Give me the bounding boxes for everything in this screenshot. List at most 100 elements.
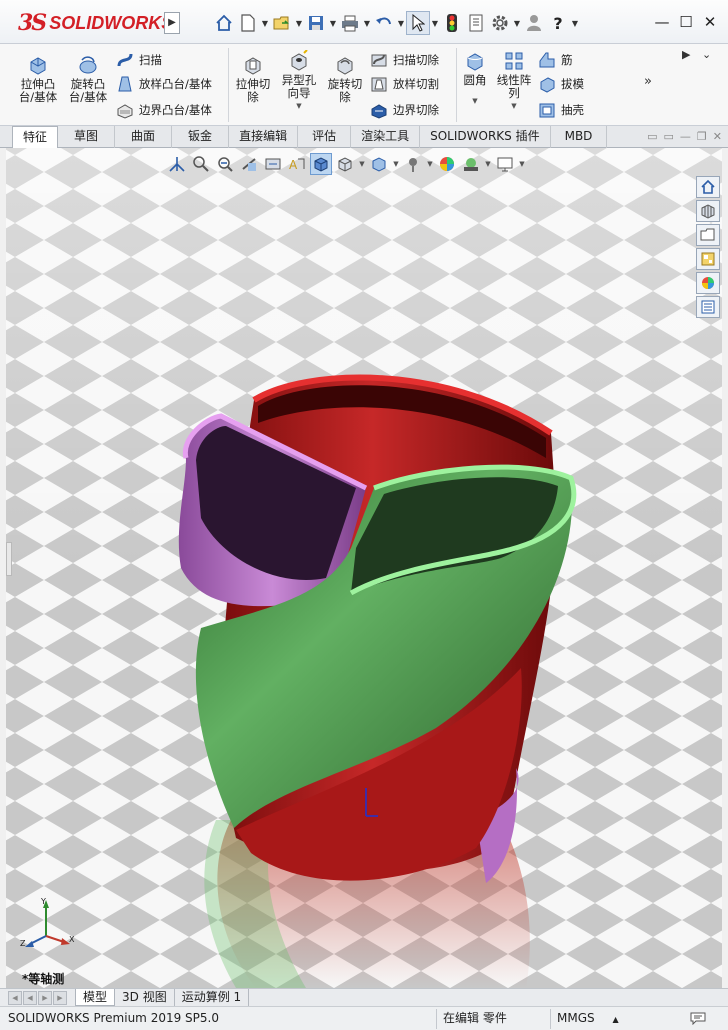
- zoom-to-area-icon[interactable]: [190, 153, 212, 175]
- undo-dropdown-icon[interactable]: ▼: [396, 19, 406, 28]
- tab-render-tools[interactable]: 渲染工具: [351, 126, 421, 148]
- open-dropdown-icon[interactable]: ▼: [294, 19, 304, 28]
- linear-pattern-dropdown-icon[interactable]: ▼: [511, 100, 516, 113]
- linear-pattern-button[interactable]: 线性阵 列 ▼: [494, 50, 534, 113]
- menu-expand-arrow[interactable]: ▶: [164, 12, 180, 34]
- boundary-boss-button[interactable]: 边界凸台/基体: [116, 100, 212, 120]
- tile-right-icon[interactable]: ▭: [664, 130, 674, 143]
- home-icon[interactable]: [212, 11, 236, 35]
- tooltip-chat-icon[interactable]: [690, 1011, 706, 1025]
- tab-3d-views[interactable]: 3D 视图: [115, 989, 175, 1006]
- help-dropdown-icon[interactable]: ▼: [570, 19, 580, 28]
- sweep-button[interactable]: 扫描: [116, 50, 162, 70]
- tab-evaluate[interactable]: 评估: [298, 126, 352, 148]
- doc-minimize-icon[interactable]: —: [680, 130, 691, 143]
- section-view-icon[interactable]: [238, 153, 260, 175]
- tab-motion-study[interactable]: 运动算例 1: [175, 989, 250, 1006]
- extrude-boss-button[interactable]: 拉伸凸 台/基体: [14, 54, 62, 104]
- fillet-dropdown-icon[interactable]: ▼: [472, 95, 477, 108]
- design-library-icon[interactable]: [696, 200, 720, 222]
- last-tab-icon[interactable]: ▶: [53, 990, 67, 1005]
- open-icon[interactable]: [270, 11, 294, 35]
- window-controls: — ☐ ✕: [650, 10, 722, 34]
- help-icon[interactable]: ?: [546, 11, 570, 35]
- units-dropdown-icon[interactable]: ▲: [612, 1015, 618, 1024]
- hole-wizard-dropdown-icon[interactable]: ▼: [296, 100, 301, 113]
- previous-tab-icon[interactable]: ◀: [23, 990, 37, 1005]
- new-document-icon[interactable]: [236, 11, 260, 35]
- doc-close-icon[interactable]: ✕: [713, 130, 722, 143]
- view-settings-dropdown-icon[interactable]: ▼: [518, 160, 526, 168]
- new-dropdown-icon[interactable]: ▼: [260, 19, 270, 28]
- display-style-icon[interactable]: [310, 153, 332, 175]
- dynamic-annotation-icon[interactable]: [262, 153, 284, 175]
- lofted-cut-button[interactable]: 放样切割: [370, 74, 439, 94]
- tab-features[interactable]: 特征: [12, 126, 59, 148]
- swept-cut-button[interactable]: 扫描切除: [370, 50, 439, 70]
- tab-direct-editing[interactable]: 直接编辑: [229, 126, 299, 148]
- revolve-cut-button[interactable]: 旋转切 除: [324, 54, 366, 104]
- print-dropdown-icon[interactable]: ▼: [362, 19, 372, 28]
- realview-dropdown-icon[interactable]: ▼: [484, 160, 492, 168]
- hide-show-items-icon[interactable]: [334, 153, 356, 175]
- select-dropdown-icon[interactable]: ▼: [430, 19, 440, 28]
- close-icon[interactable]: ✕: [698, 10, 722, 34]
- hide-show-dropdown-icon[interactable]: ▼: [358, 160, 366, 168]
- tab-surfaces[interactable]: 曲面: [115, 126, 173, 148]
- scene-dropdown-icon[interactable]: ▼: [426, 160, 434, 168]
- save-icon[interactable]: [304, 11, 328, 35]
- realview-icon[interactable]: [460, 153, 482, 175]
- save-dropdown-icon[interactable]: ▼: [328, 19, 338, 28]
- doc-restore-icon[interactable]: ❐: [697, 130, 707, 143]
- tab-sheet-metal[interactable]: 钣金: [172, 126, 230, 148]
- zoom-to-fit-icon[interactable]: [166, 153, 188, 175]
- rebuild-icon[interactable]: [440, 11, 464, 35]
- graphics-area[interactable]: A ▼ ▼ ▼ ▼ ▼ Y X Z *等轴测: [6, 148, 722, 988]
- fillet-button[interactable]: 圆角 ▼: [460, 50, 490, 108]
- first-tab-icon[interactable]: ◀: [8, 990, 22, 1005]
- view-settings-icon[interactable]: [494, 153, 516, 175]
- feature-manager-collapse-handle[interactable]: [6, 542, 12, 576]
- tile-left-icon[interactable]: ▭: [647, 130, 657, 143]
- draft-button[interactable]: 拔模: [538, 74, 584, 94]
- tab-model[interactable]: 模型: [75, 989, 116, 1006]
- tab-mbd[interactable]: MBD: [551, 126, 608, 148]
- view-palette-icon[interactable]: [696, 248, 720, 270]
- boundary-cut-button[interactable]: 边界切除: [370, 100, 439, 120]
- apply-scene-icon[interactable]: [402, 153, 424, 175]
- print-icon[interactable]: [338, 11, 362, 35]
- render-colors-icon[interactable]: [436, 153, 458, 175]
- minimize-icon[interactable]: —: [650, 10, 674, 34]
- extrude-cut-button[interactable]: 拉伸切 除: [232, 54, 274, 104]
- solidworks-resources-icon[interactable]: [696, 176, 720, 198]
- appearance-dropdown-icon[interactable]: ▼: [392, 160, 400, 168]
- ribbon-separator: [228, 48, 229, 122]
- appearances-scenes-icon[interactable]: [696, 272, 720, 294]
- rib-button[interactable]: 筋: [538, 50, 573, 70]
- view-orientation-icon[interactable]: A: [286, 153, 308, 175]
- select-icon[interactable]: [406, 11, 430, 35]
- custom-properties-icon[interactable]: [696, 296, 720, 318]
- options-icon[interactable]: [488, 11, 512, 35]
- window-tile-controls: ▭ ▭ — ❐ ✕: [647, 130, 722, 143]
- revolve-boss-button[interactable]: 旋转凸 台/基体: [64, 54, 112, 104]
- solidworks-logo[interactable]: 3S SOLIDWORKS: [18, 8, 173, 38]
- user-icon[interactable]: [522, 11, 546, 35]
- shell-button[interactable]: 抽壳: [538, 100, 584, 120]
- maximize-icon[interactable]: ☐: [674, 10, 698, 34]
- previous-view-icon[interactable]: [214, 153, 236, 175]
- unit-system-selector[interactable]: MMGS ▲: [550, 1009, 642, 1029]
- hole-wizard-button[interactable]: 异型孔 向导 ▼: [278, 50, 320, 113]
- options-dropdown-icon[interactable]: ▼: [512, 19, 522, 28]
- ribbon-scroll-right-icon[interactable]: ▶: [682, 48, 690, 61]
- edit-appearance-icon[interactable]: [368, 153, 390, 175]
- next-tab-icon[interactable]: ▶: [38, 990, 52, 1005]
- file-properties-icon[interactable]: [464, 11, 488, 35]
- ribbon-more-icon[interactable]: »: [644, 74, 652, 89]
- undo-icon[interactable]: [372, 11, 396, 35]
- tab-solidworks-addins[interactable]: SOLIDWORKS 插件: [420, 126, 551, 148]
- file-explorer-icon[interactable]: [696, 224, 720, 246]
- ribbon-collapse-icon[interactable]: ⌄: [702, 48, 711, 61]
- loft-boss-button[interactable]: 放样凸台/基体: [116, 74, 212, 94]
- tab-sketch[interactable]: 草图: [58, 126, 116, 148]
